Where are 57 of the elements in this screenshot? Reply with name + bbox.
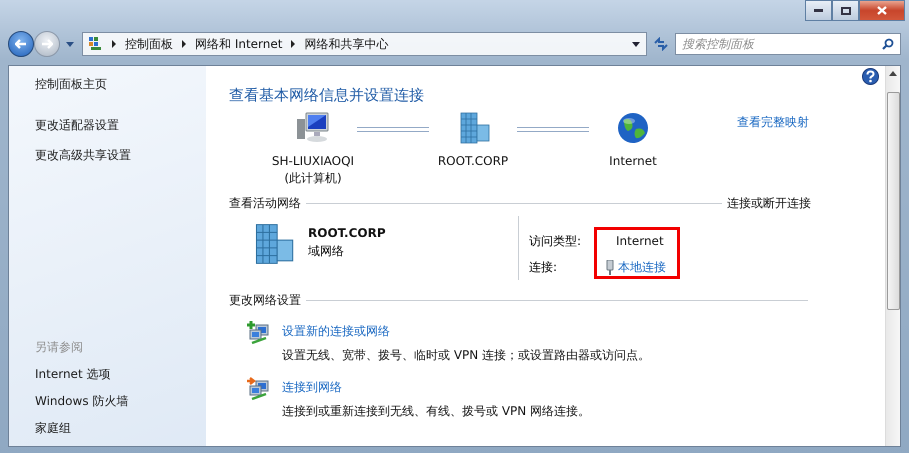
dropdown-icon[interactable] [632,42,640,46]
task-description: 设置无线、宽带、拨号、临时或 VPN 连接；或设置路由器或访问点。 [282,347,650,364]
page-title: 查看基本网络信息并设置连接 [229,86,425,105]
maximize-icon [840,6,850,14]
network-add-icon [247,321,271,345]
sidebar-link[interactable]: 更改高级共享设置 [35,147,206,164]
sidebar-link[interactable]: Internet 选项 [35,366,206,383]
connection-line [517,127,589,132]
breadcrumb[interactable]: 网络和共享中心 [304,36,388,52]
search-icon [882,38,894,50]
section-heading: 更改网络设置 [229,292,301,309]
full-map-link[interactable]: 查看完整映射 [737,114,809,131]
node-label: Internet [609,153,657,170]
breadcrumb[interactable]: 网络和 Internet [195,36,282,52]
help-icon[interactable] [862,68,879,85]
control-panel-icon [89,37,103,51]
close-icon [877,6,887,15]
maximize-button[interactable] [832,0,859,21]
sidebar-link[interactable]: 家庭组 [35,420,206,437]
ethernet-plug-icon [606,260,614,274]
sidebar-link[interactable]: 更改适配器设置 [35,117,206,134]
connection-line [357,127,429,132]
refresh-icon[interactable] [653,37,669,51]
sidebar-link[interactable]: 控制面板主页 [35,76,206,93]
connect-disconnect-link[interactable]: 连接或断开连接 [727,195,811,212]
close-button[interactable] [859,0,905,21]
task-description: 连接到或重新连接到无线、有线、拨号或 VPN 网络连接。 [282,403,590,420]
access-type-label: 访问类型: [529,232,582,250]
task-link[interactable]: 连接到网络 [282,379,590,396]
sidebar-link[interactable]: Windows 防火墙 [35,393,206,410]
connection-label: 连接: [529,258,558,276]
search-field[interactable]: 搜索控制面板 [675,33,901,55]
task-link[interactable]: 设置新的连接或网络 [282,323,650,340]
back-button[interactable] [8,31,34,57]
local-connection-link[interactable]: 本地连接 [618,258,666,276]
node-note: (此计算机) [284,170,342,187]
scroll-up-icon[interactable] [889,71,897,76]
globe-icon [616,111,650,145]
see-also-heading: 另请参阅 [35,339,84,356]
network-name: ROOT.CORP [308,226,387,240]
minimize-icon [814,9,823,12]
node-label: ROOT.CORP [438,153,508,170]
arrow-right-icon [41,39,53,49]
chevron-icon[interactable] [111,40,117,48]
access-type-value: Internet [615,234,665,248]
network-connect-icon [247,377,271,401]
node-label: SH-LIUXIAOQI [272,153,354,170]
breadcrumb[interactable]: 控制面板 [125,36,173,52]
computer-icon [295,111,331,145]
scrollbar-thumb[interactable] [886,92,900,310]
network-type: 域网络 [308,243,345,260]
minimize-button[interactable] [805,0,832,21]
address-bar[interactable]: 控制面板 网络和 Internet 网络和共享中心 [82,32,647,56]
chevron-icon[interactable] [290,40,296,48]
chevron-icon[interactable] [181,40,187,48]
section-heading: 查看活动网络 [229,195,301,212]
arrow-left-icon [15,39,27,49]
